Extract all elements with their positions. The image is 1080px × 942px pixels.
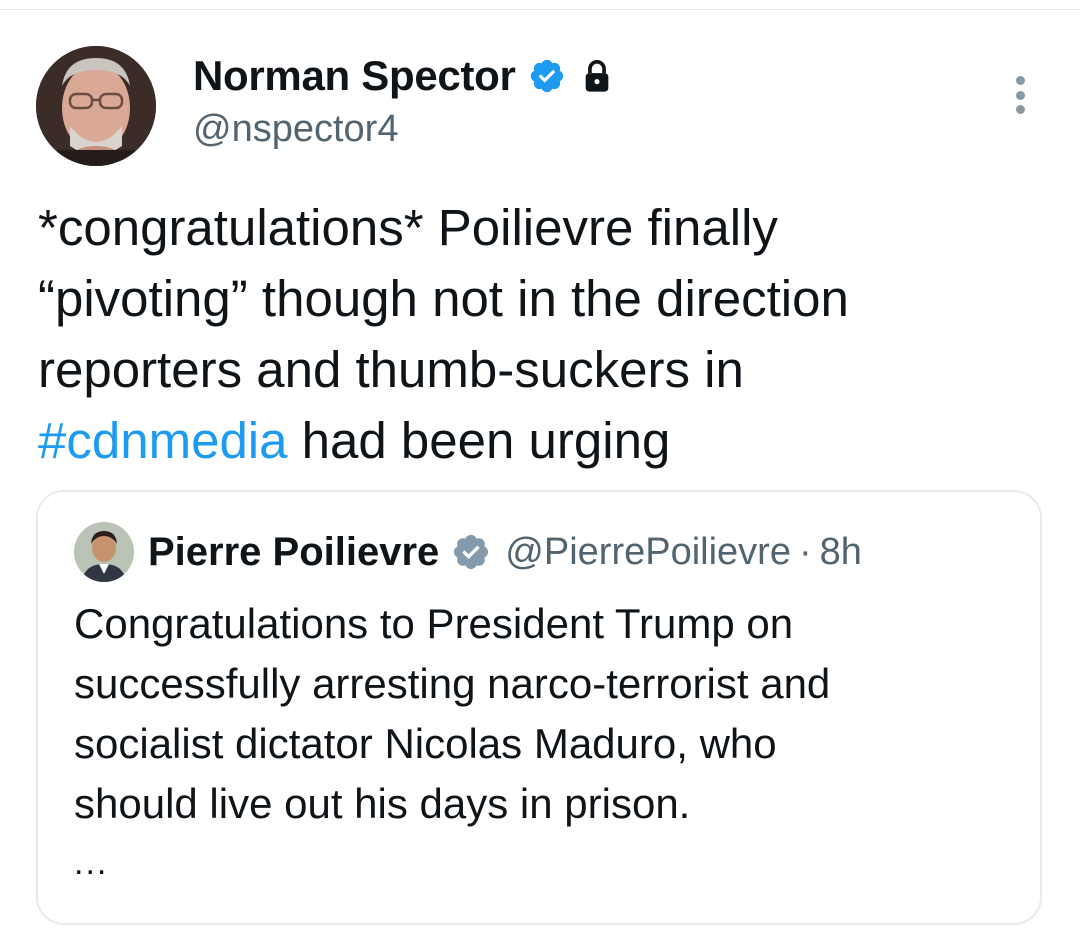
author-handle[interactable]: @nspector4 — [193, 108, 398, 151]
more-dot — [1015, 105, 1025, 114]
quoted-line: Congratulations to President Trump on — [74, 600, 794, 647]
more-dot — [1015, 76, 1025, 85]
avatar-image — [36, 46, 156, 166]
verified-badge-icon — [530, 59, 563, 93]
author-name-row: Norman Spector — [193, 50, 612, 102]
separator-dot: · — [798, 530, 812, 573]
top-divider — [0, 9, 1080, 10]
gray-verified-badge-icon — [454, 534, 489, 570]
quoted-line: should live out his days in prison. — [74, 780, 691, 827]
tweet-line: reporters and thumb-suckers in — [38, 341, 744, 398]
lock-icon — [585, 60, 608, 92]
quoted-timestamp[interactable]: 8h — [820, 531, 862, 574]
quoted-author-avatar[interactable] — [74, 522, 134, 582]
tweet-line: #cdnmedia had been urging — [38, 405, 1048, 476]
tweet-text: *congratulations* Poilievre finally “piv… — [38, 192, 1048, 476]
author-avatar[interactable] — [36, 46, 156, 166]
quoted-line: successfully arresting narco-terrorist a… — [74, 660, 831, 707]
quoted-author-name[interactable]: Pierre Poilievre — [148, 530, 439, 575]
quoted-header: Pierre Poilievre @PierrePoilievre · 8h — [148, 526, 862, 578]
truncation-ellipsis: ... — [74, 844, 109, 882]
more-dot — [1015, 90, 1025, 100]
tweet-line: *congratulations* Poilievre finally — [38, 199, 778, 256]
hashtag-link[interactable]: #cdnmedia — [38, 412, 288, 469]
quoted-author-handle[interactable]: @PierrePoilievre — [505, 531, 791, 574]
more-options-icon[interactable] — [1003, 72, 1037, 118]
quoted-avatar-image — [74, 522, 134, 582]
tweet-line: “pivoting” though not in the direction — [38, 270, 849, 327]
quoted-tweet[interactable]: Pierre Poilievre @PierrePoilievre · 8h C… — [36, 490, 1042, 925]
quoted-text: Congratulations to President Trump on su… — [74, 594, 1024, 834]
tweet-line-tail: had been urging — [287, 412, 671, 469]
author-name[interactable]: Norman Spector — [193, 52, 516, 100]
quoted-line: socialist dictator Nicolas Maduro, who — [74, 720, 777, 767]
